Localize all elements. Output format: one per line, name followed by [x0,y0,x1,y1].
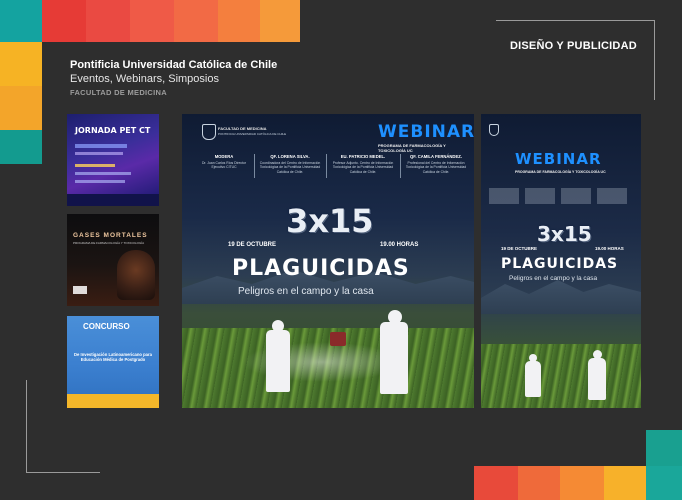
side-event-tagline: Peligros en el campo y la casa [509,275,598,282]
thumbnail-1-textblock-5 [75,180,125,183]
decor-block-yellow [0,42,42,86]
side-program-name: PROGRAMA DE FARMACOLOGÍA Y TOXICOLOGÍA U… [515,170,606,174]
decor-block-br-orange-1 [518,466,560,500]
speaker-divider-1 [254,154,255,178]
thumbnail-1-footer [67,194,159,206]
speaker-1: MODERA Dr. Juan Carlos Ríos Director Eje… [196,154,252,170]
logo-line-2: PONTIFICIA UNIVERSIDAD CATÓLICA DE CHILE [218,132,287,136]
side-speaker-strip [489,188,633,204]
thumbnail-2-number [73,286,87,294]
speaker-divider-2 [326,154,327,178]
event-time: 19.00 HORAS [380,242,419,248]
event-tagline: Peligros en el campo y la casa [238,286,374,297]
frame-line-left [26,380,27,472]
side-worker-2-suit [588,358,606,400]
category-text: Eventos, Webinars, Simposios [70,73,219,85]
thumbnail-jornada-pet-ct[interactable]: JORNADA PET CT [67,114,159,206]
decor-block-br-teal-2 [646,466,682,500]
tractor [330,332,346,346]
speaker-4-role: Profesional del Centro de Información To… [405,161,467,174]
event-date: 19 DE OCTUBRE [228,242,277,248]
decor-block-br-yellow [604,466,646,500]
speaker-2-name: QF. LORENA SILVA. [270,154,310,159]
side-event-number: 3x15 [537,222,592,246]
side-crop-field [481,344,641,408]
decor-block-amber [0,86,42,130]
thumbnail-concurso[interactable]: CONCURSO De Investigación Latinoamerican… [67,316,159,408]
speaker-divider-3 [400,154,401,178]
thumbnail-1-textblock-4 [75,172,131,175]
frame-line-top [496,20,654,21]
speaker-2-role: Coordinadora del Centro de Información T… [259,161,321,174]
thumbnail-3-body: De Investigación Latinoamericano para Ed… [74,352,152,363]
thumbnail-1-textblock-2 [75,152,123,155]
logo-line-1: FACULTAD DE MEDICINA [218,126,267,131]
speaker-1-name: MODERA [214,154,234,159]
faculty-text: FACULTAD DE MEDICINA [70,88,167,97]
thumbnail-1-textblock [75,144,127,148]
frame-line-right [654,20,655,100]
decor-block-red-3 [130,0,174,42]
decor-block-orange-3 [260,0,300,42]
side-event-headline: PLAGUICIDAS [501,256,619,272]
speaker-3: EU. PATRICIO MEDEL. Profesor Adjunto. Ce… [328,154,398,174]
decor-block-br-red [474,466,518,500]
decor-block-red-1 [42,0,86,42]
frame-line-bottom [26,472,100,473]
worker-2-suit [380,322,408,394]
event-number: 3x15 [286,202,374,240]
decor-block-teal-left [0,130,42,164]
uc-logo-icon [202,124,216,140]
gas-mask-figure [117,250,155,300]
decor-block-orange-2 [218,0,260,42]
speaker-2: QF. LORENA SILVA. Coordinadora del Centr… [256,154,324,174]
webinar-heading: WEBINAR [378,122,474,142]
university-name: Pontificia Universidad Católica de Chile [70,59,278,71]
decor-block-br-teal [646,430,682,466]
speaker-3-name: EU. PATRICIO MEDEL. [340,154,386,159]
side-webinar-heading: WEBINAR [515,150,602,168]
poster-plaguicidas-main[interactable]: FACULTAD DE MEDICINA PONTIFICIA UNIVERSI… [182,114,474,408]
thumbnail-2-subtitle: PROGRAMA DE FARMACOLOGÍA Y TOXICOLOGÍA [73,241,145,245]
program-name: PROGRAMA DE FARMACOLOGÍA Y TOXICOLOGÍA U… [378,143,446,153]
decor-block-orange-1 [174,0,218,42]
speaker-1-role: Dr. Juan Carlos Ríos Director Ejecutivo … [201,161,247,170]
speaker-4: QF. CAMILA FERNÁNDEZ. Profesional del Ce… [402,154,470,174]
speaker-3-role: Profesor Adjunto. Centro de Información … [332,161,394,174]
thumbnail-1-title: JORNADA PET CT [75,126,151,135]
thumbnail-3-title: CONCURSO [83,322,130,331]
thumbnail-2-title: GASES MORTALES [73,232,148,239]
section-title: DISEÑO Y PUBLICIDAD [510,40,637,52]
poster-plaguicidas-vertical[interactable]: WEBINAR PROGRAMA DE FARMACOLOGÍA Y TOXIC… [481,114,641,408]
side-uc-logo-icon [489,124,499,136]
decor-block-red-2 [86,0,130,42]
thumbnail-3-footer [67,394,159,408]
thumbnail-gases-mortales[interactable]: GASES MORTALES PROGRAMA DE FARMACOLOGÍA … [67,214,159,306]
speaker-4-name: QF. CAMILA FERNÁNDEZ. [410,154,462,159]
thumbnail-1-textblock-3 [75,164,115,167]
side-event-date: 19 DE OCTUBRE [501,246,538,251]
decor-block-br-orange-2 [560,466,604,500]
worker-1-suit [266,330,290,392]
decor-block-teal-top [0,0,42,42]
side-event-time: 19.00 HORAS [595,246,624,251]
side-worker-1-suit [525,361,541,397]
event-headline: PLAGUICIDAS [232,256,410,281]
